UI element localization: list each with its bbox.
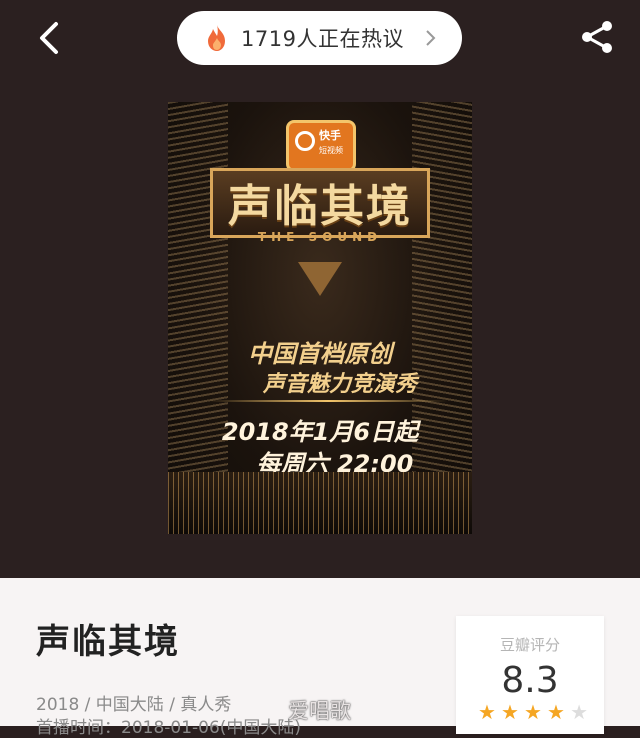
douban-rating-card[interactable]: 豆瓣评分 8.3 ★ ★ ★ ★ ★: [456, 616, 604, 734]
poster-divider: [208, 400, 448, 402]
rating-stars: ★ ★ ★ ★ ★: [478, 702, 588, 722]
poster-tagline-2: 声音魅力竞演秀: [262, 372, 417, 397]
poster-date: 2018年1月6日起: [221, 418, 419, 446]
camera-icon: [295, 131, 315, 151]
poster-subtitle: THE SOUND: [257, 230, 383, 244]
show-meta: 2018 / 中国大陆 / 真人秀: [36, 695, 232, 715]
header-area: 1719人正在热议 快手 短视频 声临其境 THE SOUND 中国首档原创 声…: [0, 0, 640, 578]
poster-title: 声临其境: [228, 181, 412, 232]
star-icon: ★: [570, 700, 588, 724]
poster-ornament: [298, 262, 342, 296]
discussion-count: 1719人正在热议: [241, 27, 404, 51]
rating-label: 豆瓣评分: [499, 636, 560, 654]
poster-tagline-1: 中国首档原创: [248, 340, 392, 368]
star-icon: ★: [501, 700, 519, 724]
star-icon: ★: [524, 700, 542, 724]
poster-wave: [168, 472, 472, 534]
watermark: 爱唱歌: [288, 699, 351, 723]
star-icon: ★: [547, 700, 565, 724]
back-icon[interactable]: [34, 20, 66, 56]
kuaishou-badge: 快手 短视频: [286, 120, 356, 172]
show-poster[interactable]: 快手 短视频 声临其境 THE SOUND 中国首档原创 声音魅力竞演秀 201…: [168, 102, 472, 534]
share-icon[interactable]: [578, 18, 616, 56]
badge-line2: 短视频: [319, 146, 343, 155]
chevron-right-icon: [426, 30, 436, 46]
star-icon: ★: [478, 700, 496, 724]
show-title: 声临其境: [36, 622, 180, 662]
rating-score: 8.3: [501, 660, 559, 701]
badge-line1: 快手: [319, 129, 341, 142]
fire-icon: [208, 25, 225, 51]
discussion-pill[interactable]: 1719人正在热议: [177, 11, 462, 65]
